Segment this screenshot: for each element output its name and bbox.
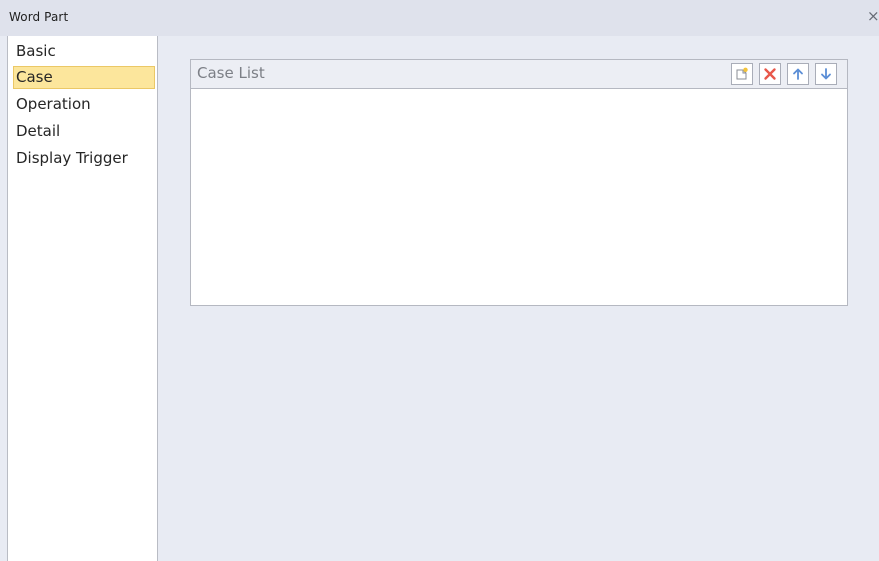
case-list-header: Case List: [191, 60, 847, 89]
sidebar-item-detail[interactable]: Detail: [13, 120, 155, 143]
sidebar-item-basic[interactable]: Basic: [13, 40, 155, 63]
case-list-title: Case List: [197, 64, 265, 82]
case-list-body[interactable]: [191, 89, 847, 305]
sidebar-item-display-trigger[interactable]: Display Trigger: [13, 147, 155, 170]
dialog-title: Word Part: [9, 10, 69, 24]
delete-case-button[interactable]: [759, 63, 781, 85]
arrow-up-icon: [793, 68, 803, 80]
sidebar-item-operation[interactable]: Operation: [13, 93, 155, 116]
arrow-down-icon: [821, 68, 831, 80]
move-down-button[interactable]: [815, 63, 837, 85]
category-sidebar: Basic Case Operation Detail Display Trig…: [7, 36, 158, 561]
title-bar: Word Part ×: [0, 0, 879, 36]
sidebar-item-case[interactable]: Case: [13, 66, 155, 89]
delete-icon: [764, 68, 776, 80]
word-part-dialog: Word Part × Basic Case Operation Detail …: [0, 0, 879, 561]
new-case-button[interactable]: [731, 63, 753, 85]
close-icon[interactable]: ×: [867, 8, 879, 24]
move-up-button[interactable]: [787, 63, 809, 85]
new-item-icon: [736, 67, 748, 80]
case-list-panel: Case List: [190, 59, 848, 306]
